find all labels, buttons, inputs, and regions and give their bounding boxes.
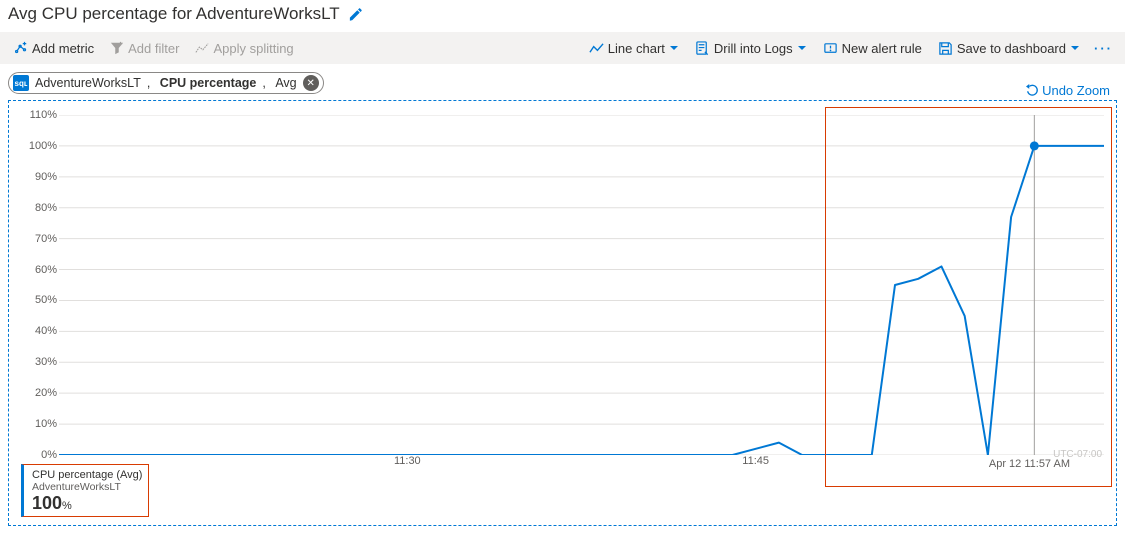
apply-splitting-label: Apply splitting	[213, 41, 293, 56]
pill-agg: Avg	[275, 76, 296, 90]
legend-card[interactable]: CPU percentage (Avg) AdventureWorksLT 10…	[21, 464, 149, 517]
toolbar: Add metric Add filter Apply splitting Li…	[0, 32, 1125, 64]
pill-resource: AdventureWorksLT	[35, 76, 141, 90]
y-tick-label: 40%	[35, 325, 57, 337]
sql-resource-icon: sqʟ	[13, 75, 29, 91]
save-dashboard-label: Save to dashboard	[957, 41, 1066, 56]
add-metric-button[interactable]: Add metric	[6, 32, 102, 64]
page-title: Avg CPU percentage for AdventureWorksLT	[8, 4, 340, 24]
drill-logs-dropdown[interactable]: Drill into Logs	[687, 32, 815, 64]
legend-value: 100	[32, 493, 62, 513]
y-tick-label: 80%	[35, 202, 57, 214]
timezone-label: UTC-07:00	[1053, 449, 1102, 460]
y-tick-label: 60%	[35, 264, 57, 276]
y-tick-label: 10%	[35, 418, 57, 430]
add-metric-label: Add metric	[32, 41, 94, 56]
add-filter-label: Add filter	[128, 41, 179, 56]
legend-resource-name: AdventureWorksLT	[32, 481, 142, 493]
chart-container: Undo Zoom Apr 12 11:57 AM UTC-07:00 CPU …	[8, 100, 1117, 526]
pill-remove-icon[interactable]: ✕	[303, 75, 319, 91]
save-dashboard-dropdown[interactable]: Save to dashboard	[930, 32, 1088, 64]
add-filter-button[interactable]: Add filter	[102, 32, 187, 64]
x-tick-label: 11:45	[742, 455, 769, 467]
chart-type-dropdown[interactable]: Line chart	[581, 32, 687, 64]
y-tick-label: 100%	[29, 140, 57, 152]
legend-series-name: CPU percentage (Avg)	[32, 469, 142, 481]
pill-metric: CPU percentage	[160, 76, 257, 90]
metric-pill[interactable]: sqʟ AdventureWorksLT, CPU percentage, Av…	[8, 72, 324, 94]
y-tick-label: 20%	[35, 387, 57, 399]
chart-plot-area[interactable]	[59, 115, 1104, 455]
undo-zoom-label: Undo Zoom	[1042, 83, 1110, 98]
legend-unit: %	[62, 500, 72, 512]
x-tick-label: 11:30	[394, 455, 421, 467]
y-tick-label: 90%	[35, 171, 57, 183]
y-tick-label: 50%	[35, 294, 57, 306]
drill-logs-label: Drill into Logs	[714, 41, 793, 56]
more-menu-button[interactable]: ···	[1088, 41, 1119, 56]
chart-type-label: Line chart	[608, 41, 665, 56]
y-tick-label: 0%	[41, 449, 57, 461]
y-tick-label: 110%	[30, 109, 57, 121]
edit-title-icon[interactable]	[348, 7, 363, 22]
new-alert-button[interactable]: New alert rule	[815, 32, 930, 64]
y-tick-label: 70%	[35, 233, 57, 245]
y-tick-label: 30%	[35, 356, 57, 368]
new-alert-label: New alert rule	[842, 41, 922, 56]
undo-zoom-button[interactable]: Undo Zoom	[1026, 83, 1110, 98]
apply-splitting-button[interactable]: Apply splitting	[187, 32, 301, 64]
